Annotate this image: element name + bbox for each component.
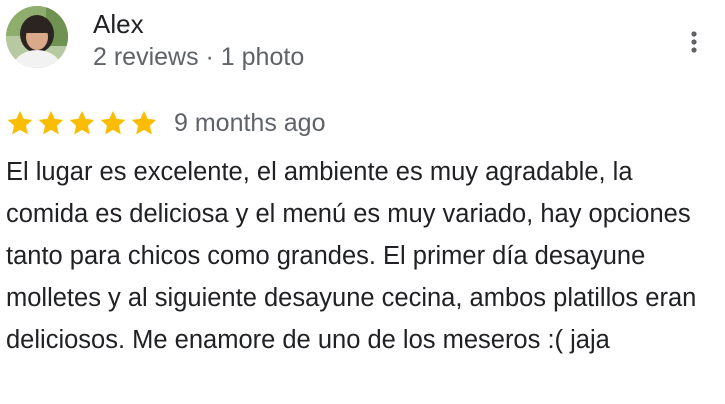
more-vertical-icon — [691, 31, 697, 53]
review-date: 9 months ago — [174, 109, 326, 137]
star-icon — [69, 110, 95, 135]
star-rating — [6, 109, 158, 137]
review-card: Alex 2 reviews · 1 photo 9 months ago El… — [0, 0, 725, 404]
author-meta[interactable]: 2 reviews · 1 photo — [93, 42, 304, 72]
avatar-image — [6, 6, 68, 68]
star-icon — [100, 110, 126, 135]
star-icon — [131, 110, 157, 135]
star-icon — [38, 110, 64, 135]
avatar[interactable] — [6, 6, 68, 68]
star-icon — [7, 110, 33, 135]
more-options-button[interactable] — [682, 26, 706, 58]
author-name[interactable]: Alex — [93, 8, 144, 40]
review-text: El lugar es excelente, el ambiente es mu… — [6, 158, 697, 354]
rating-row: 9 months ago — [6, 106, 326, 140]
